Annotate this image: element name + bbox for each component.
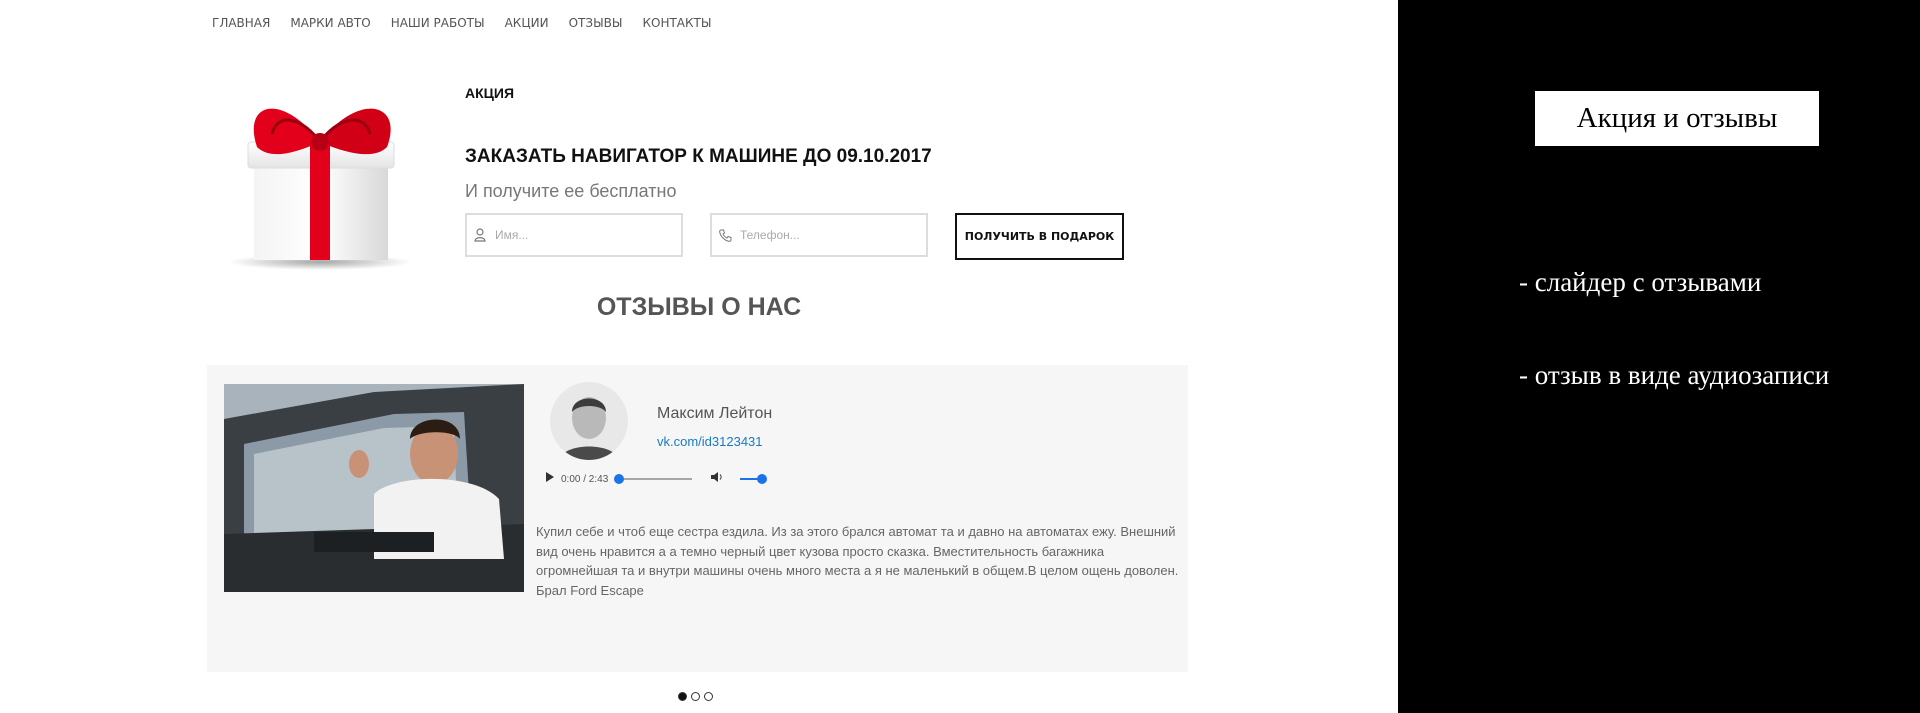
landing-page: ГЛАВНАЯ МАРКИ АВТО НАШИ РАБОТЫ АКЦИИ ОТЗ…: [0, 0, 1398, 713]
nav-reviews[interactable]: ОТЗЫВЫ: [569, 16, 623, 30]
nav-contacts[interactable]: КОНТАКТЫ: [642, 16, 711, 30]
slider-dot-1[interactable]: [678, 692, 687, 701]
panel-note-audio: - отзыв в виде аудиозаписи: [1519, 360, 1830, 390]
reviewer-name: Максим Лейтон: [657, 405, 773, 422]
nav-our-works[interactable]: НАШИ РАБОТЫ: [391, 16, 485, 30]
annotation-panel: Акция и отзывы - слайдер с отзывами - от…: [1398, 0, 1920, 713]
slider-dot-3[interactable]: [704, 692, 713, 701]
audio-time: 0:00 / 2:43: [561, 473, 609, 485]
reviews-title: ОТЗЫВЫ О НАС: [596, 293, 802, 321]
nav-home[interactable]: ГЛАВНАЯ: [212, 16, 270, 30]
play-icon[interactable]: [545, 470, 555, 488]
nav-car-brands[interactable]: МАРКИ АВТО: [290, 16, 370, 30]
panel-note-slider: - слайдер с отзывами: [1519, 267, 1762, 297]
name-input[interactable]: [493, 227, 677, 243]
audio-player: 0:00 / 2:43: [545, 465, 805, 493]
promo-subtitle: И получите ее бесплатно: [465, 181, 677, 201]
phone-icon: [712, 229, 738, 242]
top-nav: ГЛАВНАЯ МАРКИ АВТО НАШИ РАБОТЫ АКЦИИ ОТЗ…: [212, 16, 731, 30]
get-gift-button[interactable]: ПОЛУЧИТЬ В ПОДАРОК: [955, 213, 1124, 260]
volume-icon[interactable]: [710, 470, 724, 488]
reviewer-vk-link[interactable]: vk.com/id3123431: [657, 434, 763, 449]
promo-label: АКЦИЯ: [465, 85, 515, 101]
slider-pagination: [678, 692, 713, 701]
phone-field[interactable]: [710, 213, 928, 257]
promo-title: ЗАКАЗАТЬ НАВИГАТОР К МАШИНЕ ДО 09.10.201…: [465, 146, 932, 167]
nav-promotions[interactable]: АКЦИИ: [505, 16, 549, 30]
slider-dot-2[interactable]: [691, 692, 700, 701]
audio-progress-slider[interactable]: [614, 473, 694, 485]
user-icon: [467, 228, 493, 242]
volume-slider[interactable]: [740, 473, 768, 485]
name-field[interactable]: [465, 213, 683, 257]
review-text: Купил себе и чтоб еще сестра ездила. Из …: [536, 524, 1179, 598]
phone-input[interactable]: [738, 227, 922, 243]
review-photo: [224, 384, 524, 592]
reviews-slider: Максим Лейтон vk.com/id3123431 0:00 / 2:…: [207, 365, 1188, 672]
panel-title: Акция и отзывы: [1535, 91, 1819, 146]
reviewer-avatar: [550, 382, 628, 460]
gift-box-icon: [228, 108, 412, 270]
